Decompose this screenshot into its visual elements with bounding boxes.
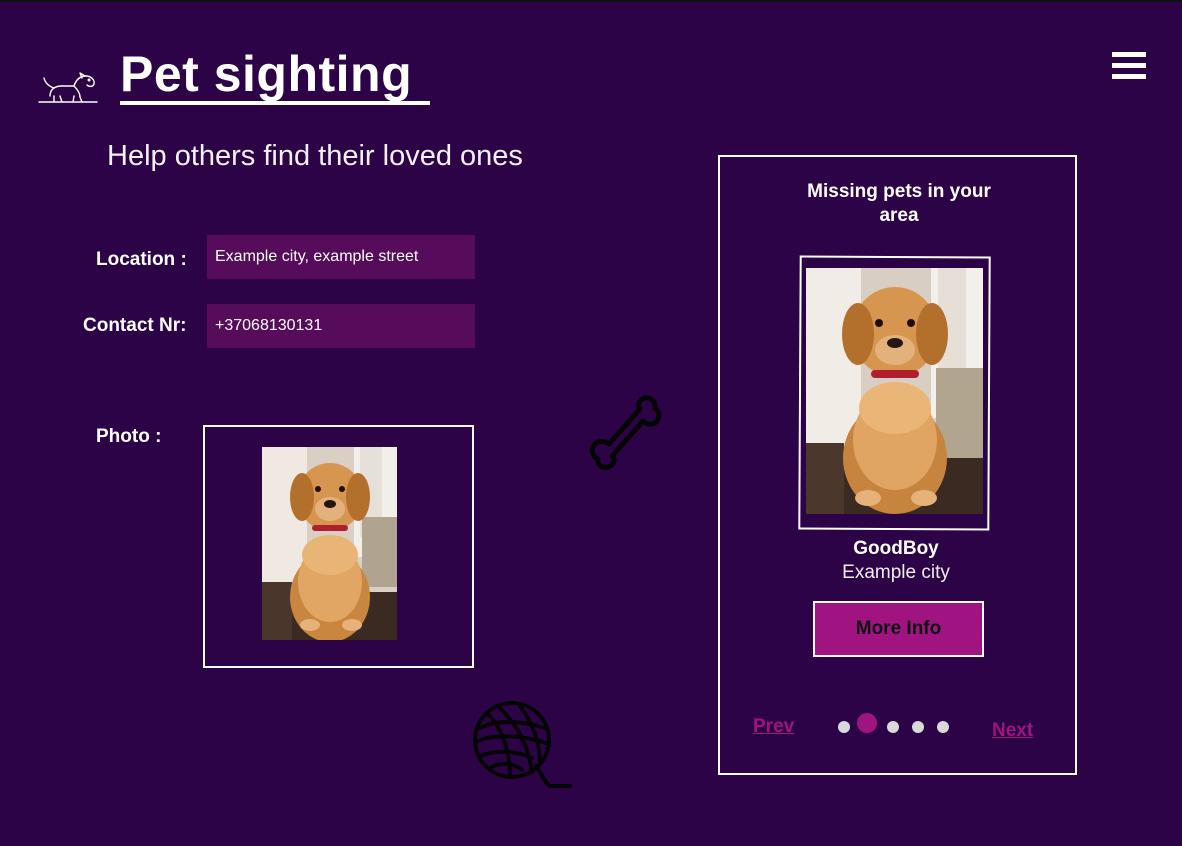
- pet-name: GoodBoy: [853, 538, 939, 559]
- next-link[interactable]: Next: [992, 720, 1033, 742]
- pagination-dot-2-active[interactable]: [857, 713, 877, 733]
- missing-pets-title: Missing pets in your area: [807, 181, 991, 226]
- contact-label: Contact Nr:: [83, 315, 187, 336]
- hamburger-menu-icon[interactable]: [1112, 52, 1146, 82]
- title-underline: [120, 101, 430, 105]
- pagination-dot-4[interactable]: [912, 721, 924, 733]
- dog-icon: [38, 72, 98, 103]
- pagination-dot-5[interactable]: [937, 721, 949, 733]
- pagination-dot-1[interactable]: [838, 721, 850, 733]
- prev-link[interactable]: Prev: [753, 716, 794, 738]
- top-border: [0, 0, 1182, 2]
- uploaded-dog-photo: [262, 447, 397, 640]
- yarn-ball-icon: [473, 701, 572, 788]
- more-info-button[interactable]: More Info: [813, 601, 984, 657]
- page-subtitle: Help others find their loved ones: [107, 140, 523, 172]
- page-title: Pet sighting: [120, 46, 413, 102]
- location-input[interactable]: [207, 235, 475, 279]
- contact-input[interactable]: [207, 304, 475, 348]
- pet-city: Example city: [842, 562, 950, 583]
- missing-pet-photo[interactable]: [806, 268, 983, 514]
- location-label: Location :: [96, 249, 187, 270]
- photo-label: Photo :: [96, 426, 162, 447]
- bone-icon: [589, 395, 662, 470]
- pagination-dot-3[interactable]: [887, 721, 899, 733]
